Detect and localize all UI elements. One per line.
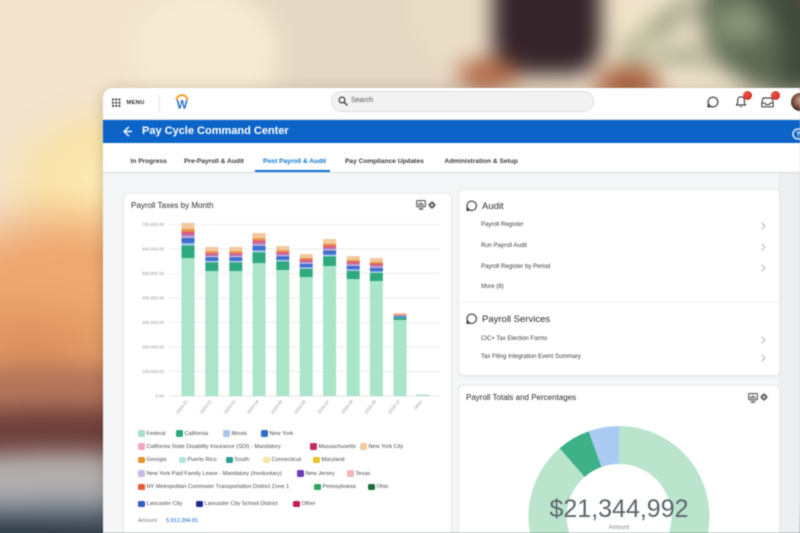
svg-text:2024-03: 2024-03 — [223, 399, 237, 415]
svg-text:2024-06: 2024-06 — [293, 399, 307, 415]
svg-text:Other: Other — [413, 399, 424, 411]
svg-text:2024-09: 2024-09 — [363, 399, 377, 415]
svg-text:700,000.00: 700,000.00 — [142, 222, 165, 227]
svg-text:0.00: 0.00 — [155, 394, 164, 399]
svg-text:2024-04: 2024-04 — [246, 399, 260, 415]
svg-text:200,000.00: 200,000.00 — [142, 345, 165, 350]
svg-text:500,000.00: 500,000.00 — [142, 271, 165, 276]
svg-text:2024-08: 2024-08 — [340, 399, 354, 415]
svg-text:400,000.00: 400,000.00 — [142, 296, 165, 301]
svg-text:2024-02: 2024-02 — [199, 399, 213, 415]
svg-text:2024-01: 2024-01 — [175, 399, 189, 415]
svg-text:600,000.00: 600,000.00 — [142, 247, 165, 252]
svg-text:2024-05: 2024-05 — [270, 399, 284, 415]
svg-text:300,000.00: 300,000.00 — [142, 320, 165, 325]
svg-text:2024-10: 2024-10 — [387, 399, 401, 415]
svg-text:100,000.00: 100,000.00 — [142, 369, 165, 374]
svg-text:2024-07: 2024-07 — [317, 399, 331, 415]
